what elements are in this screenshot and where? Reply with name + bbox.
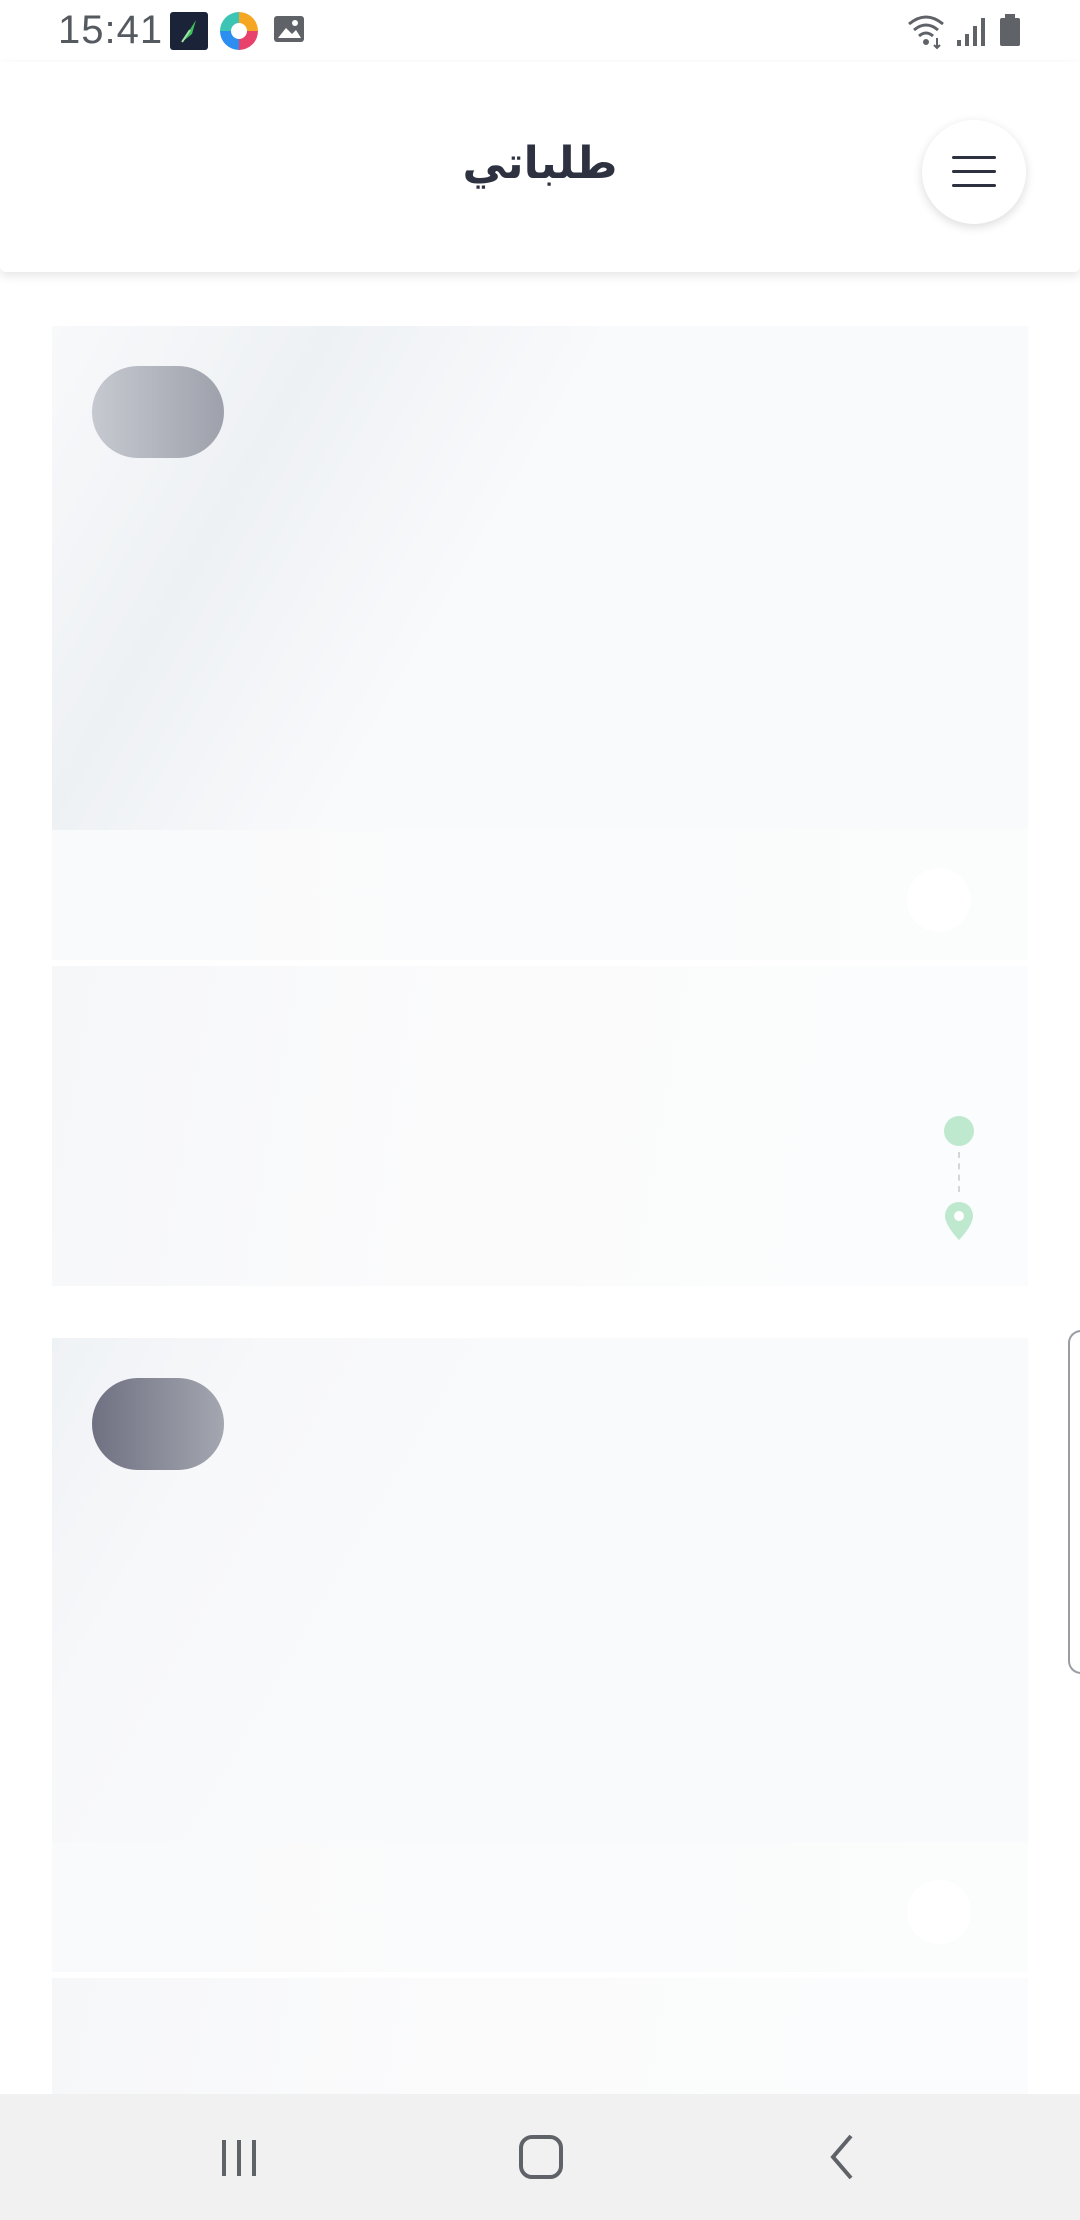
edge-panel-handle[interactable] xyxy=(1068,1330,1080,1674)
avatar-skeleton xyxy=(907,868,971,932)
avatar-skeleton xyxy=(907,1880,971,1944)
status-badge-skeleton xyxy=(92,1378,224,1470)
origin-dot-icon xyxy=(944,1116,974,1146)
card-info-skeleton xyxy=(52,1842,1028,1972)
destination-pin-icon xyxy=(942,1200,976,1242)
recents-icon[interactable] xyxy=(204,2122,274,2192)
order-card-skeleton[interactable] xyxy=(52,1338,1028,2094)
card-header-skeleton xyxy=(52,1338,1028,1842)
app-header: طلباتي xyxy=(0,62,1080,272)
route-connector xyxy=(958,1152,960,1192)
page-title: طلباتي xyxy=(462,138,618,189)
route-section-skeleton xyxy=(52,1978,1028,2094)
status-bar: 15:41 xyxy=(0,0,1080,62)
card-header-skeleton xyxy=(52,326,1028,830)
order-card-skeleton[interactable] xyxy=(52,326,1028,1286)
back-icon[interactable] xyxy=(808,2122,878,2192)
signal-icon xyxy=(955,12,991,50)
feather-app-icon xyxy=(170,12,208,50)
gallery-icon xyxy=(272,12,310,50)
colorful-app-icon xyxy=(220,12,258,50)
menu-button[interactable] xyxy=(922,120,1026,224)
battery-icon xyxy=(998,12,1022,50)
wifi-icon xyxy=(905,12,947,50)
status-badge-skeleton xyxy=(92,366,224,458)
hamburger-menu-icon xyxy=(952,156,996,188)
status-time: 15:41 xyxy=(58,8,164,52)
navigation-bar xyxy=(0,2094,1080,2220)
card-info-skeleton xyxy=(52,830,1028,960)
route-section-skeleton xyxy=(52,966,1028,1286)
home-icon[interactable] xyxy=(506,2122,576,2192)
